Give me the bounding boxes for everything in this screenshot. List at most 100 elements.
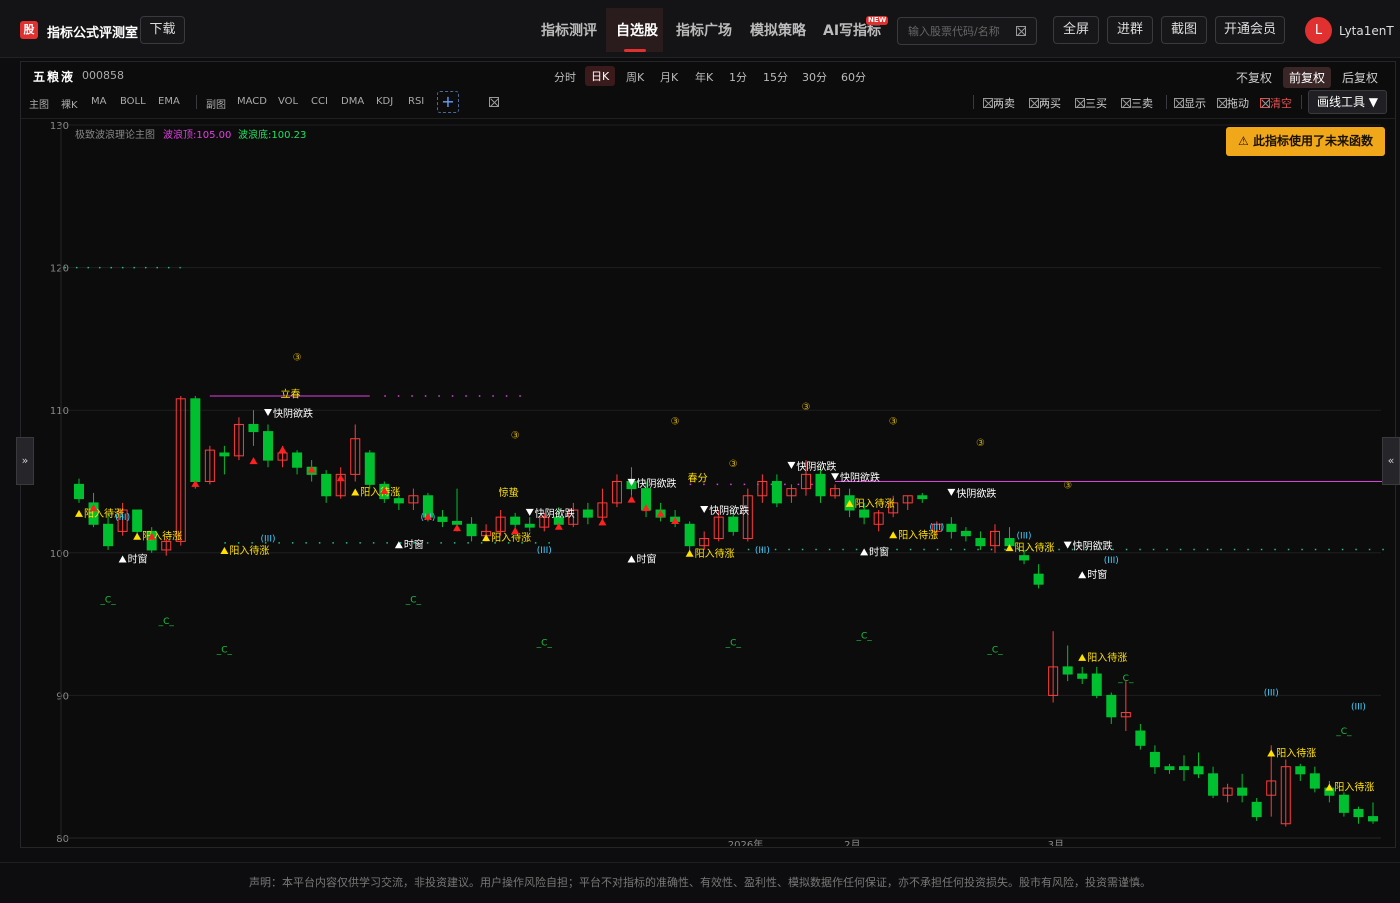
period-yearly[interactable]: 年K (695, 69, 713, 85)
join-group-button[interactable]: 进群 (1107, 16, 1153, 44)
solar-term-label: 惊蛰 (499, 486, 519, 499)
indicator-boll[interactable]: BOLL (120, 96, 146, 107)
solar-term-label: 春分 (688, 473, 708, 485)
indicator-macd[interactable]: MACD (237, 96, 267, 107)
indicator-ema[interactable]: EMA (158, 96, 180, 107)
stock-code: 000858 (82, 69, 124, 82)
period-1min[interactable]: 1分 (729, 69, 747, 85)
screenshot-button[interactable]: 截图 (1161, 16, 1207, 44)
candlestick-chart[interactable]: 130 120 110 100 90 80 极致波浪理论主图 波浪顶:105.00 波浪底:10… (21, 119, 1395, 846)
indicator-dma[interactable]: DMA (341, 96, 364, 107)
up-triangle-marker (394, 541, 403, 549)
period-30min[interactable]: 30分 (802, 69, 827, 85)
indicator-kdj[interactable]: KDJ (376, 96, 393, 107)
period-monthly[interactable]: 月K (660, 69, 678, 85)
username[interactable]: Lyta1enT (1339, 24, 1394, 38)
tool-two-buy[interactable]: 两买 (1029, 95, 1061, 111)
time-window-label: 时窗 (636, 553, 656, 566)
indicator-sub[interactable]: 副图 (206, 96, 226, 111)
tool-clear[interactable]: 清空 (1260, 95, 1292, 111)
wave-C-marker: _C_ (1117, 674, 1134, 684)
wave-3-marker: ③ (889, 416, 898, 427)
candle-body (1208, 773, 1219, 796)
left-panel-toggle[interactable]: » (16, 437, 34, 485)
nav-simulated-strategy[interactable]: 模拟策略 (750, 20, 806, 40)
wave-III-marker: (III) (537, 546, 552, 556)
candle-body (1338, 794, 1349, 813)
draw-tools-dropdown[interactable]: 画线工具 ▼ (1308, 90, 1387, 114)
membership-button[interactable]: 开通会员 (1215, 16, 1285, 44)
avatar[interactable]: L (1305, 17, 1332, 44)
candle-body (364, 452, 375, 485)
time-window-label: 时窗 (869, 545, 889, 558)
y-tick-label: 130 (50, 121, 69, 132)
y-tick-label: 80 (56, 834, 69, 845)
candle-body (1062, 666, 1073, 675)
down-triangle-marker (947, 488, 956, 496)
up-triangle-marker (133, 532, 142, 540)
red-triangle-marker (627, 495, 636, 503)
image-placeholder-icon[interactable] (489, 97, 499, 107)
adjust-forward[interactable]: 前复权 (1283, 67, 1332, 88)
period-intraday[interactable]: 分时 (554, 69, 576, 85)
adjust-backward[interactable]: 后复权 (1342, 69, 1378, 86)
indicator-cci[interactable]: CCI (311, 96, 328, 107)
candle-body (1193, 766, 1204, 775)
candle-body (1367, 816, 1379, 822)
wave-3-marker: ③ (801, 402, 810, 413)
candle-body (1251, 801, 1262, 818)
red-triangle-marker (249, 457, 258, 465)
period-daily[interactable]: 日K (585, 66, 616, 86)
candle-body (582, 509, 593, 518)
right-panel-toggle[interactable]: « (1382, 437, 1400, 485)
tool-two-sell[interactable]: 两卖 (983, 95, 1015, 111)
candle-body (771, 481, 782, 504)
period-60min[interactable]: 60分 (841, 69, 866, 85)
fast-yin-label: 快阴欲跌 (709, 504, 749, 517)
fullscreen-button[interactable]: 全屏 (1053, 16, 1099, 44)
indicator-ma[interactable]: MA (91, 96, 106, 107)
nav-indicator-square[interactable]: 指标广场 (676, 20, 732, 40)
tool-drag[interactable]: 拖动 (1217, 95, 1249, 111)
down-triangle-marker (700, 506, 709, 514)
future-function-warning[interactable]: ⚠ 此指标使用了未来函数 (1226, 127, 1385, 156)
tool-three-buy[interactable]: 三买 (1075, 95, 1107, 111)
indicator-rsi[interactable]: RSI (408, 96, 424, 107)
nav-watchlist[interactable]: 自选股 (616, 20, 658, 40)
download-button[interactable]: 下载 (140, 16, 185, 44)
candle-body (132, 509, 143, 532)
wave-3-marker: ③ (671, 416, 680, 427)
separator (1166, 95, 1167, 109)
wave-3-marker: ③ (976, 438, 985, 449)
indicator-naked-k[interactable]: 裸K (61, 96, 78, 111)
fast-yin-label: 快阴欲跌 (956, 487, 996, 500)
nav-indicator-review[interactable]: 指标测评 (541, 20, 597, 40)
period-weekly[interactable]: 周K (626, 69, 644, 85)
period-15min[interactable]: 15分 (763, 69, 788, 85)
candle-body (728, 516, 739, 532)
indicator-main[interactable]: 主图 (29, 96, 49, 111)
stock-search-input[interactable] (908, 22, 1013, 40)
wave-C-marker: _C_ (986, 646, 1003, 656)
stock-search[interactable] (897, 17, 1037, 45)
add-indicator-button[interactable]: + (437, 91, 459, 113)
candle-body (1019, 555, 1030, 561)
candle-body (466, 523, 477, 537)
yang-in-label: 阳入待涨 (1087, 651, 1127, 664)
y-tick-label: 100 (50, 549, 69, 560)
candle-body (917, 495, 928, 500)
up-triangle-marker (1267, 749, 1276, 757)
adjust-none[interactable]: 不复权 (1236, 69, 1272, 86)
red-triangle-marker (453, 524, 462, 532)
up-triangle-marker (118, 555, 127, 563)
fast-yin-label: 快阴欲跌 (1073, 540, 1113, 553)
wave-III-marker: (III) (1264, 688, 1279, 698)
candle-body (1164, 766, 1175, 771)
tool-show[interactable]: 显示 (1174, 95, 1206, 111)
yang-in-label: 阳入待涨 (1015, 541, 1055, 554)
yang-in-label: 阳入待涨 (695, 547, 735, 560)
indicator-vol[interactable]: VOL (278, 96, 298, 107)
yang-in-label: 阳入待涨 (1276, 746, 1316, 759)
wave-C-marker: _C_ (158, 617, 175, 627)
tool-three-sell[interactable]: 三卖 (1121, 95, 1153, 111)
